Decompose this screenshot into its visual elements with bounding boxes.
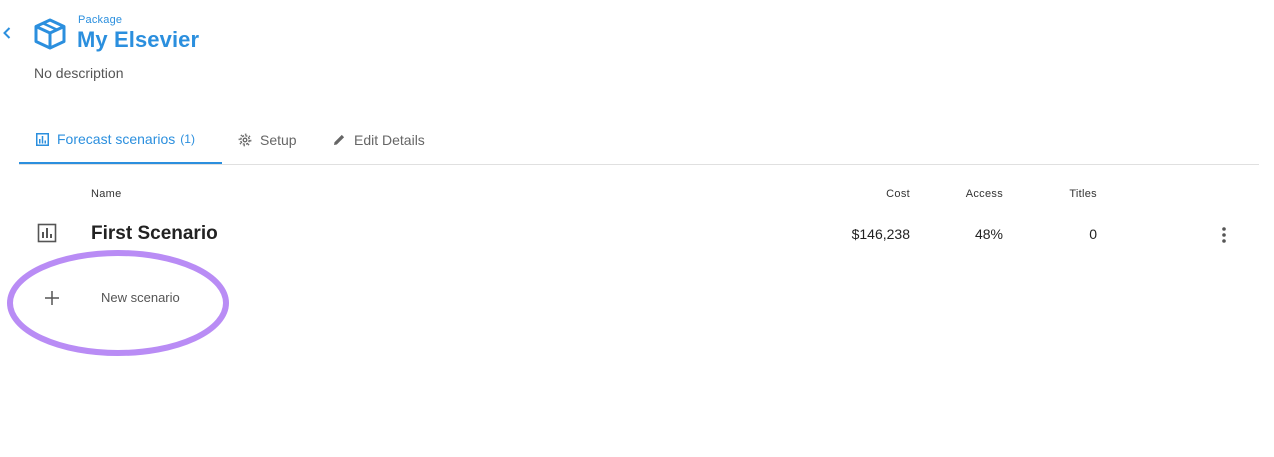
package-page: Package My Elsevier No description Forec… [0,0,1274,457]
column-header-titles: Titles [1069,188,1097,200]
column-header-name: Name [91,188,122,200]
plus-icon [45,291,59,305]
scenario-access: 48% [974,226,1003,242]
tab-label: Setup [260,131,297,148]
tab-count-badge: (1) [180,132,195,146]
bar-chart-icon [37,223,57,243]
tab-setup[interactable]: Setup [238,116,297,163]
package-box-icon [34,18,66,50]
column-header-cost: Cost [886,188,910,200]
bar-chart-icon [36,132,49,146]
tab-label: Edit Details [354,131,425,148]
tab-bar: Forecast scenarios (1) Setup Edit Detail… [19,116,1259,165]
new-scenario-label: New scenario [101,290,180,305]
page-title: My Elsevier [77,27,200,52]
chevron-left-icon [3,27,11,39]
scenario-cost: $146,238 [851,226,910,242]
pencil-icon [332,133,346,147]
scenario-name-link[interactable]: First Scenario [91,223,218,245]
new-scenario-button[interactable]: New scenario [36,282,236,314]
more-vert-icon [1222,227,1226,243]
package-eyebrow: Package [78,14,123,26]
gear-icon [238,133,252,147]
back-button[interactable] [0,22,14,44]
tab-label: Forecast scenarios [57,131,176,147]
scenario-titles: 0 [1089,226,1097,242]
tab-forecast-scenarios[interactable]: Forecast scenarios (1) [19,116,222,164]
scenario-menu-button[interactable] [1213,223,1235,247]
tab-edit-details[interactable]: Edit Details [332,116,425,163]
column-header-access: Access [965,188,1003,200]
package-description: No description [34,65,124,81]
